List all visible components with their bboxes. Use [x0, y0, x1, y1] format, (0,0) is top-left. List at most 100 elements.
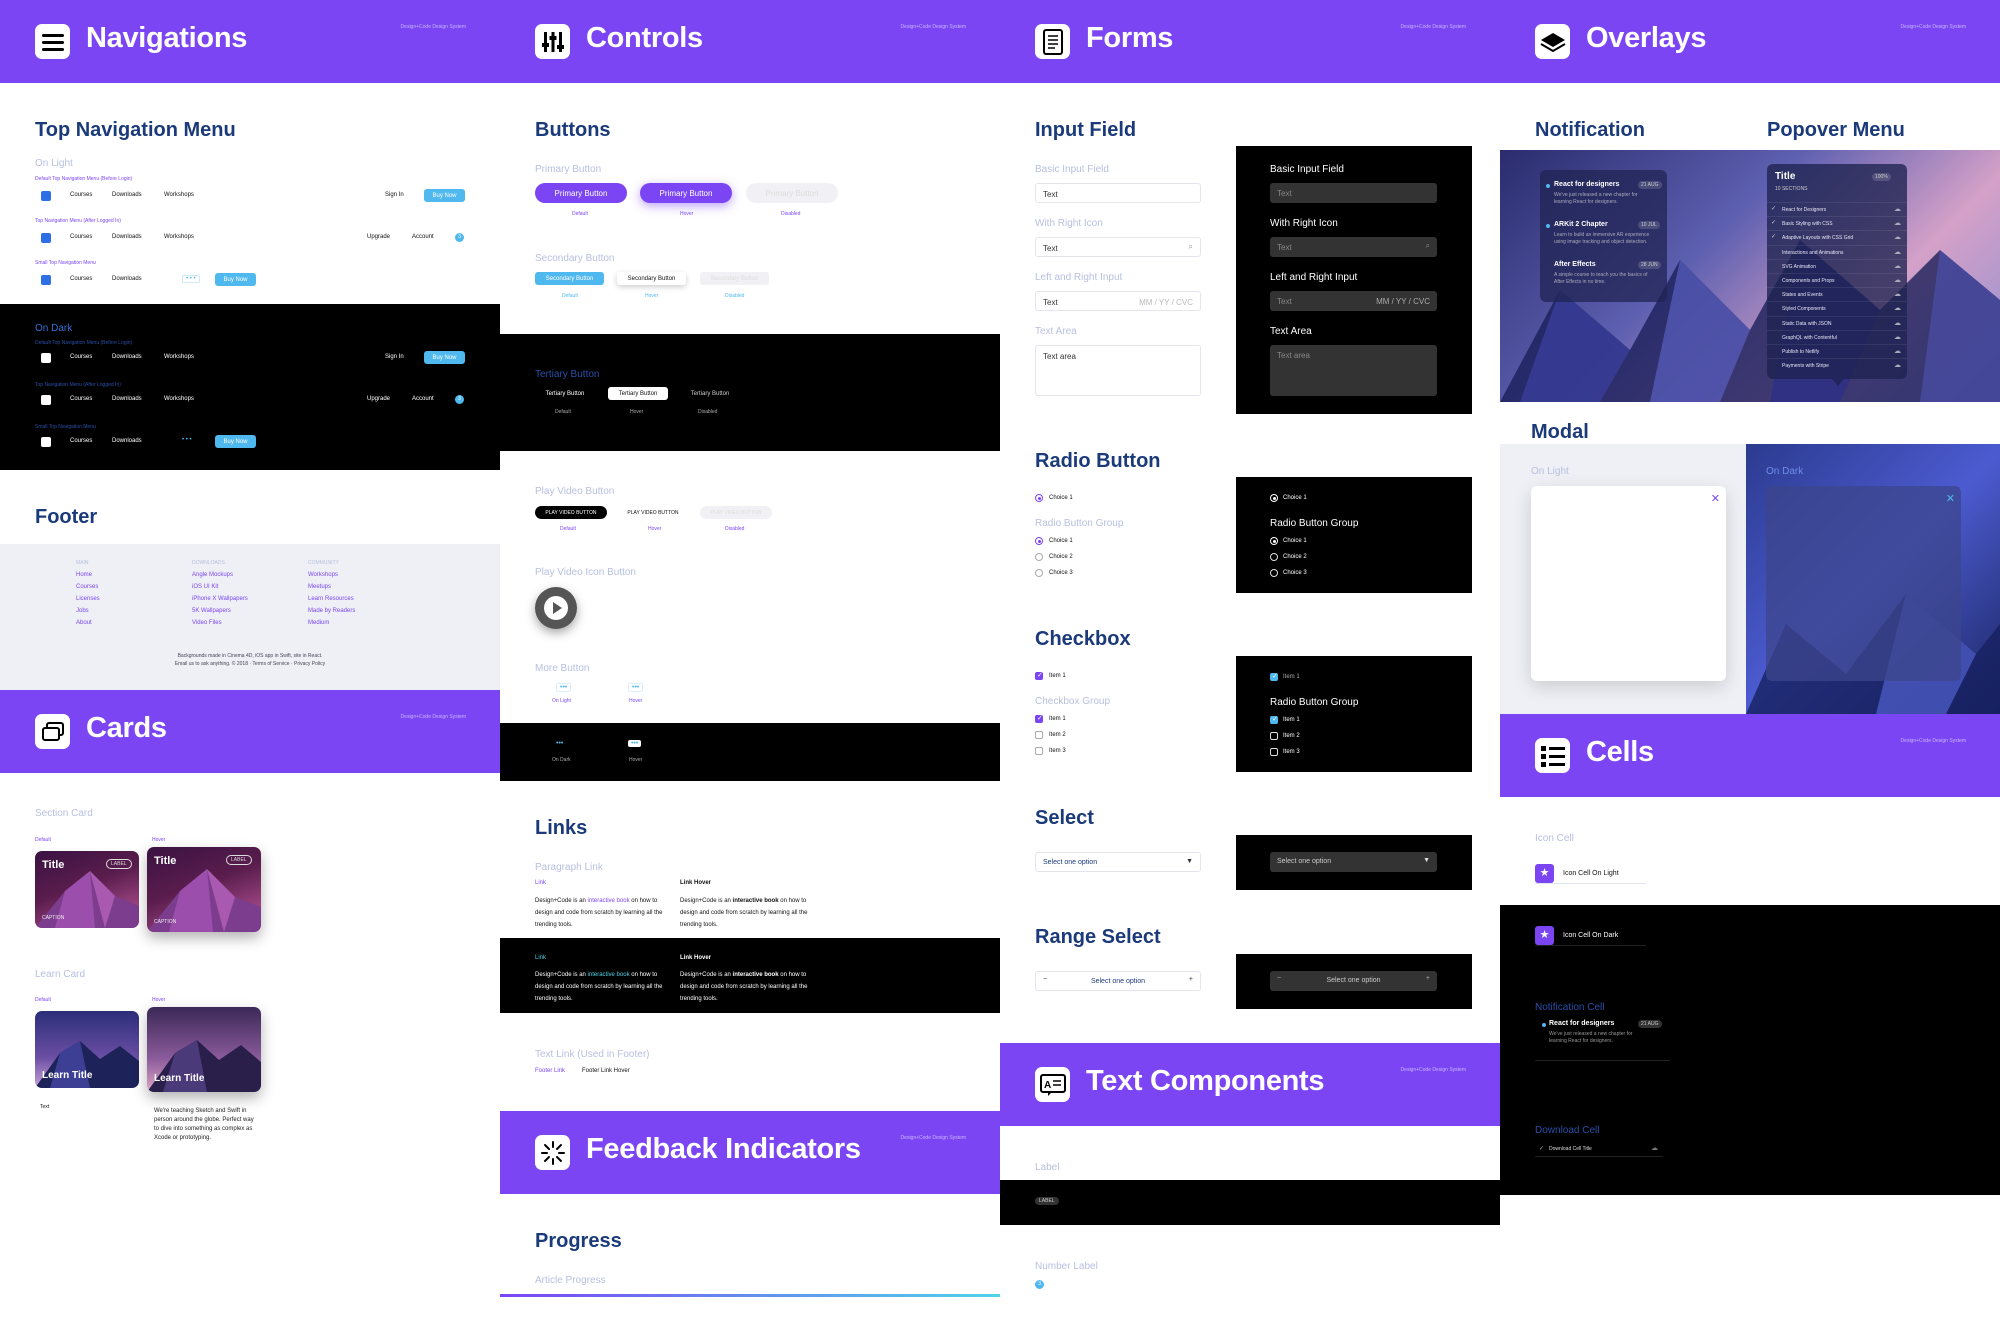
cloud-download-icon[interactable]: ☁ — [1894, 262, 1901, 270]
logo-icon[interactable] — [41, 353, 51, 363]
download-cell[interactable]: ✓ Download Cell Title ☁ — [1535, 1145, 1663, 1157]
notification-badge[interactable]: 3 — [455, 395, 464, 404]
nav-link[interactable]: Workshops — [164, 192, 194, 198]
notification-title[interactable]: After Effects — [1554, 261, 1596, 268]
footer-link[interactable]: Medium — [308, 620, 329, 626]
cloud-download-icon[interactable]: ☁ — [1894, 205, 1901, 213]
checkbox[interactable] — [1035, 731, 1043, 739]
basic-input-dark[interactable]: Text — [1270, 183, 1437, 203]
radio-button[interactable] — [1035, 553, 1043, 561]
logo-icon[interactable] — [41, 395, 51, 405]
account-link[interactable]: Account — [412, 234, 434, 240]
cloud-download-icon[interactable]: ☁ — [1894, 304, 1901, 312]
checkbox[interactable] — [1035, 714, 1043, 723]
popover-item[interactable]: ✓ Adaptive Layouts with CSS Grid ☁ — [1767, 230, 1907, 244]
basic-input[interactable]: Text — [1035, 183, 1201, 203]
upgrade-link[interactable]: Upgrade — [367, 396, 390, 402]
notification-cell[interactable]: React for designers 21 AUG We've just re… — [1535, 1019, 1670, 1061]
footer-link[interactable]: Learn Resources — [308, 596, 354, 602]
close-icon[interactable]: ✕ — [1711, 492, 1720, 505]
radio-button[interactable] — [1270, 537, 1278, 545]
popover-item[interactable]: Publish to Netlify ☁ — [1767, 344, 1907, 358]
footer-link[interactable]: iPhone X Wallpapers — [192, 596, 248, 602]
play-video-button[interactable]: PLAY VIDEO BUTTON — [535, 506, 607, 519]
primary-button-hover[interactable]: Primary Button — [640, 183, 732, 203]
cloud-download-icon[interactable]: ☁ — [1894, 319, 1901, 327]
footer-link[interactable]: Meetups — [308, 584, 331, 590]
logo-icon[interactable] — [41, 191, 51, 201]
tertiary-button-hover[interactable]: Tertiary Button — [608, 387, 668, 400]
nav-link[interactable]: Courses — [70, 276, 92, 282]
buy-now-button[interactable]: Buy Now — [424, 189, 465, 202]
cloud-download-icon[interactable]: ☁ — [1894, 248, 1901, 256]
more-button[interactable]: • • • — [182, 437, 192, 443]
popover-item[interactable]: Components and Props ☁ — [1767, 273, 1907, 287]
popover-item[interactable]: SVG Animation ☁ — [1767, 258, 1907, 273]
nav-link[interactable]: Downloads — [112, 276, 142, 282]
more-button[interactable]: ••• — [556, 683, 572, 692]
footer-link[interactable]: Jobs — [76, 608, 89, 614]
footer-link[interactable]: Made by Readers — [308, 608, 355, 614]
radio-button[interactable] — [1035, 569, 1043, 577]
sign-in-link[interactable]: Sign In — [385, 192, 404, 198]
search-icon[interactable]: ⌕ — [1426, 241, 1430, 251]
input-with-icon-dark[interactable]: Text ⌕ — [1270, 237, 1437, 257]
checkbox[interactable] — [1270, 672, 1278, 681]
close-icon[interactable]: ✕ — [1946, 492, 1955, 505]
footer-link[interactable]: Angle Mockups — [192, 572, 233, 578]
nav-link[interactable]: Courses — [70, 234, 92, 240]
nav-link[interactable]: Courses — [70, 354, 92, 360]
footer-link[interactable]: Licenses — [76, 596, 100, 602]
buy-now-button[interactable]: Buy Now — [215, 435, 256, 448]
minus-button[interactable]: − — [1043, 976, 1047, 983]
nav-link[interactable]: Downloads — [112, 396, 142, 402]
popover-item[interactable]: Static Data with JSON ☁ — [1767, 315, 1907, 330]
learn-card-default[interactable]: Learn Title — [35, 1011, 139, 1088]
nav-link[interactable]: Downloads — [112, 192, 142, 198]
section-card-default[interactable]: Title LABEL CAPTION — [35, 851, 139, 928]
section-card-hover[interactable]: Title LABEL CAPTION — [147, 847, 261, 932]
checkbox[interactable] — [1035, 671, 1043, 680]
radio-button[interactable] — [1270, 494, 1278, 502]
range-select[interactable]: − Select one option + — [1035, 971, 1201, 991]
checkbox[interactable] — [1270, 732, 1278, 740]
select-dropdown-dark[interactable]: Select one option ▼ — [1270, 852, 1437, 872]
account-link[interactable]: Account — [412, 396, 434, 402]
nav-link[interactable]: Workshops — [164, 354, 194, 360]
footer-link[interactable]: Home — [76, 572, 92, 578]
more-button-hover[interactable]: ••• — [628, 683, 644, 692]
nav-link[interactable]: Courses — [70, 192, 92, 198]
minus-button[interactable]: − — [1277, 975, 1281, 982]
buy-now-button[interactable]: Buy Now — [215, 273, 256, 286]
notification-badge[interactable]: 3 — [455, 233, 464, 242]
input-with-icon[interactable]: Text ⌕ — [1035, 237, 1201, 257]
checkbox[interactable] — [1270, 748, 1278, 756]
cloud-download-icon[interactable]: ☁ — [1894, 276, 1901, 284]
radio-button[interactable] — [1270, 569, 1278, 577]
nav-link[interactable]: Downloads — [112, 234, 142, 240]
play-icon-button[interactable] — [535, 587, 577, 629]
paragraph-link[interactable]: interactive book — [588, 898, 630, 904]
checkbox[interactable] — [1270, 715, 1278, 724]
logo-icon[interactable] — [41, 437, 51, 447]
popover-item[interactable]: Payments with Stripe ☁ — [1767, 358, 1907, 372]
more-button-dark-hover[interactable]: ••• — [628, 740, 642, 747]
nav-link[interactable]: Courses — [70, 438, 92, 444]
more-button[interactable]: • • • — [182, 275, 200, 283]
left-right-input[interactable]: Text MM / YY / CVC — [1035, 291, 1201, 311]
plus-button[interactable]: + — [1189, 976, 1193, 983]
footer-link[interactable]: Courses — [76, 584, 98, 590]
cloud-download-icon[interactable]: ☁ — [1894, 290, 1901, 298]
footer-link[interactable]: Footer Link — [535, 1068, 565, 1074]
nav-link[interactable]: Courses — [70, 396, 92, 402]
nav-link[interactable]: Workshops — [164, 396, 194, 402]
paragraph-link-hover[interactable]: interactive book — [733, 898, 779, 904]
text-area-dark[interactable]: Text area — [1270, 345, 1437, 396]
footer-link-hover[interactable]: Footer Link Hover — [582, 1068, 630, 1074]
nav-link[interactable]: Downloads — [112, 438, 142, 444]
checkbox[interactable] — [1035, 747, 1043, 755]
icon-cell-dark[interactable]: ★ Icon Cell On Dark — [1535, 926, 1646, 946]
paragraph-link[interactable]: interactive book — [588, 972, 630, 978]
play-video-button-hover[interactable]: PLAY VIDEO BUTTON — [617, 506, 689, 519]
left-right-input-dark[interactable]: Text MM / YY / CVC — [1270, 291, 1437, 311]
